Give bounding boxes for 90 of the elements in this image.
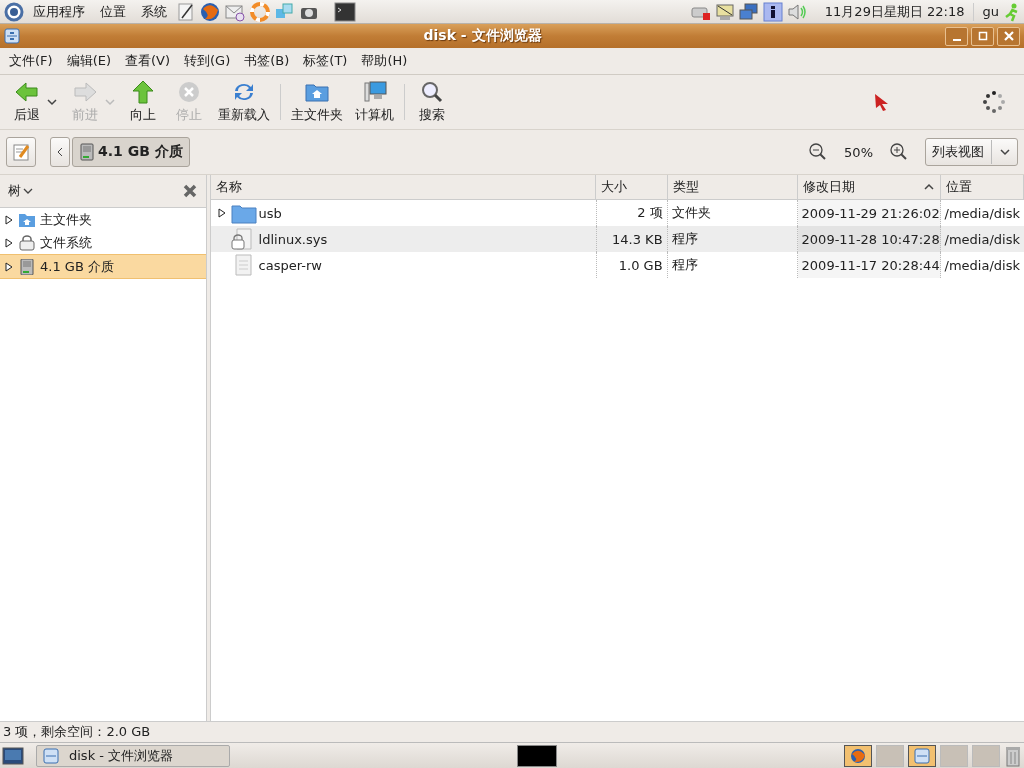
minimize-icon xyxy=(952,38,961,41)
path-button[interactable]: 4.1 GB 介质 xyxy=(72,137,190,167)
column-header[interactable]: 类型 xyxy=(667,175,798,199)
panel-menu[interactable]: 应用程序 xyxy=(27,2,91,21)
close-icon xyxy=(1002,30,1015,42)
menu-item[interactable]: 转到(G) xyxy=(177,52,238,70)
expander-icon[interactable] xyxy=(4,260,14,273)
menu-item[interactable]: 标签(T) xyxy=(296,52,355,70)
right-arrow-icon xyxy=(72,80,98,104)
tree-item[interactable]: 主文件夹 xyxy=(0,208,206,231)
toolbar-button[interactable]: 重新载入 xyxy=(212,78,276,126)
workspace-cell[interactable] xyxy=(876,744,904,767)
file-cabinet-icon xyxy=(4,28,20,44)
user-name[interactable]: gu xyxy=(982,4,999,19)
taskbar-window-button[interactable]: disk - 文件浏览器 xyxy=(36,744,230,767)
modified-date-cell: 2009-11-28 10:47:28 xyxy=(797,226,941,252)
menu-item[interactable]: 书签(B) xyxy=(237,52,297,70)
zoom-level: 50% xyxy=(844,144,873,160)
minimize-button[interactable] xyxy=(945,26,968,46)
expander-icon[interactable] xyxy=(4,236,14,249)
chevron-left-icon xyxy=(56,147,64,157)
file-name-cell[interactable]: casper-rw xyxy=(210,252,596,278)
panel-menu[interactable]: 系统 xyxy=(135,2,173,21)
caret-icon[interactable] xyxy=(46,97,58,107)
workspace-cell[interactable] xyxy=(940,744,968,767)
search-icon xyxy=(419,80,445,104)
menu-item[interactable]: 查看(V) xyxy=(118,52,178,70)
toolbar-button[interactable]: 主文件夹 xyxy=(285,78,349,126)
clock[interactable]: 11月29日星期日 22:18 xyxy=(824,2,974,21)
expander-icon[interactable] xyxy=(4,213,14,226)
close-icon[interactable] xyxy=(181,183,198,199)
maximize-icon xyxy=(976,30,989,42)
info-icon[interactable] xyxy=(762,1,783,22)
tree-item[interactable]: 文件系统 xyxy=(0,231,206,254)
text-editor-icon[interactable] xyxy=(176,1,196,22)
maximize-button[interactable] xyxy=(971,26,994,46)
note-pencil-icon xyxy=(11,142,31,162)
column-header[interactable]: 名称 xyxy=(210,175,596,199)
drive-icon xyxy=(18,258,36,275)
location-cell-text: /media/disk xyxy=(943,204,1021,223)
expander-icon[interactable] xyxy=(216,207,227,219)
size-cell: 14.3 KB xyxy=(595,226,668,252)
type-cell: 程序 xyxy=(667,226,798,252)
toolbar-button[interactable]: 搜索 xyxy=(409,78,455,126)
toolbar-button[interactable]: 后退 xyxy=(4,78,50,126)
folder-icon xyxy=(230,202,257,224)
sidebar-selector[interactable]: 树 xyxy=(8,182,34,200)
loading-spinner-icon xyxy=(982,90,1006,114)
computer-icon xyxy=(361,80,388,104)
file-name-cell[interactable]: ldlinux.sys xyxy=(210,226,596,252)
size-cell: 1.0 GB xyxy=(595,252,668,278)
view-select[interactable]: 列表视图 xyxy=(925,138,1018,166)
panel-menu[interactable]: 位置 xyxy=(94,2,132,21)
type-cell: 程序 xyxy=(667,252,798,278)
browser-icon[interactable] xyxy=(199,0,221,23)
caret-icon xyxy=(22,186,34,196)
zoom-in-icon[interactable] xyxy=(889,142,909,162)
monitor-icon[interactable] xyxy=(714,1,735,22)
stop-icon xyxy=(176,80,202,104)
workspace-file-manager-icon[interactable] xyxy=(908,744,936,767)
workspace-cell[interactable] xyxy=(972,744,1000,767)
column-header[interactable]: 修改日期 xyxy=(797,175,941,199)
workspace-switcher[interactable] xyxy=(517,744,557,767)
menu-item[interactable]: 帮助(H) xyxy=(354,52,415,70)
file-cabinet-icon xyxy=(43,747,59,764)
home-folder-icon xyxy=(18,211,36,228)
modified-date-cell: 2009-11-17 20:28:44 xyxy=(797,252,941,278)
toolbar-button[interactable]: 计算机 xyxy=(349,78,400,126)
ubuntu-logo-icon[interactable] xyxy=(4,1,24,22)
left-arrow-icon xyxy=(14,80,40,104)
toolbar-button[interactable]: 向上 xyxy=(120,78,166,126)
close-button[interactable] xyxy=(997,26,1020,46)
padlock-icon xyxy=(18,234,36,251)
drive-icon xyxy=(79,143,95,161)
menu-item[interactable]: 编辑(E) xyxy=(59,52,118,70)
modified-date-cell: 2009-11-29 21:26:02 xyxy=(797,200,941,226)
show-desktop-icon[interactable] xyxy=(2,746,24,765)
terminal-icon[interactable] xyxy=(334,1,356,22)
tree-item[interactable]: 4.1 GB 介质 xyxy=(0,254,206,279)
caret-icon xyxy=(999,147,1011,157)
column-header[interactable]: 大小 xyxy=(595,175,668,199)
file-name-cell[interactable]: usb xyxy=(210,200,596,226)
edit-location-button[interactable] xyxy=(6,137,36,167)
window-title: disk - 文件浏览器 xyxy=(422,27,543,45)
column-header[interactable]: 位置 xyxy=(940,175,1024,199)
workspace-browser-icon[interactable] xyxy=(844,744,872,767)
menu-item[interactable]: 文件(F) xyxy=(2,52,60,70)
up-arrow-icon xyxy=(130,80,156,104)
location-cell-text: /media/disk xyxy=(943,230,1021,249)
location-cell-text: /media/disk xyxy=(943,256,1021,275)
